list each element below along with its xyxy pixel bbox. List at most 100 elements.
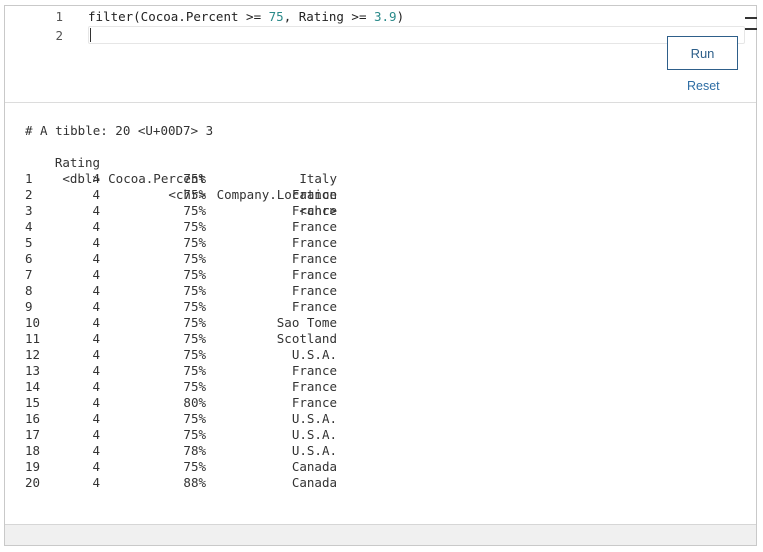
- rating-cell: 4: [92, 235, 100, 250]
- table-row: 14 4 75% France: [25, 379, 355, 395]
- company-location-cell: France: [291, 395, 337, 410]
- cocoa-percent-cell: 75%: [183, 347, 206, 362]
- table-row: 13 4 75% France: [25, 363, 355, 379]
- row-index: 14: [25, 379, 41, 394]
- console-output: # A tibble: 20 <U+00D7> 3 Rating Cocoa.P…: [5, 103, 756, 525]
- table-row: 15 4 80% France: [25, 395, 355, 411]
- table-row: 4 4 75% France: [25, 219, 355, 235]
- table-row: 11 4 75% Scotland: [25, 331, 355, 347]
- company-location-cell: France: [291, 235, 337, 250]
- scrollbar-marker: [745, 28, 757, 30]
- table-row: 17 4 75% U.S.A.: [25, 427, 355, 443]
- row-index: 8: [25, 283, 33, 298]
- rating-cell: 4: [92, 219, 100, 234]
- company-location-cell: France: [291, 299, 337, 314]
- row-index: 7: [25, 267, 33, 282]
- table-row: 8 4 75% France: [25, 283, 355, 299]
- reset-button[interactable]: Reset: [687, 79, 720, 93]
- rating-cell: 4: [92, 283, 100, 298]
- table-row: 3 4 75% France: [25, 203, 355, 219]
- table-row: 5 4 75% France: [25, 235, 355, 251]
- output-text: # A tibble: 20 <U+00D7> 3 Rating Cocoa.P…: [25, 123, 355, 491]
- table-row: 16 4 75% U.S.A.: [25, 411, 355, 427]
- cocoa-percent-cell: 75%: [183, 219, 206, 234]
- row-index: 19: [25, 459, 41, 474]
- row-index: 18: [25, 443, 41, 458]
- rating-cell: 4: [92, 395, 100, 410]
- company-location-cell: France: [291, 251, 337, 266]
- rating-cell: 4: [92, 267, 100, 282]
- rating-cell: 4: [92, 363, 100, 378]
- cocoa-percent-cell: 80%: [183, 395, 206, 410]
- cocoa-percent-cell: 75%: [183, 427, 206, 442]
- company-location-cell: Scotland: [276, 331, 337, 346]
- table-row: 18 4 78% U.S.A.: [25, 443, 355, 459]
- row-index: 10: [25, 315, 41, 330]
- header-row: Rating Cocoa.Percent Company.Location: [25, 139, 355, 202]
- cocoa-percent-cell: 75%: [183, 411, 206, 426]
- tibble-summary: # A tibble: 20 <U+00D7> 3: [25, 123, 214, 138]
- row-index: 4: [25, 219, 33, 234]
- cocoa-percent-cell: 88%: [183, 475, 206, 490]
- company-location-cell: France: [291, 187, 337, 202]
- cocoa-percent-cell: 75%: [183, 363, 206, 378]
- rating-cell: 4: [92, 251, 100, 266]
- rating-cell: 4: [92, 443, 100, 458]
- table-row: 9 4 75% France: [25, 299, 355, 315]
- table-row: 2 4 75% France: [25, 187, 355, 203]
- rating-cell: 4: [92, 379, 100, 394]
- cocoa-percent-cell: 75%: [183, 283, 206, 298]
- line-number: 2: [55, 28, 63, 43]
- row-index: 12: [25, 347, 41, 362]
- text-cursor: [90, 28, 91, 42]
- code-line-1[interactable]: filter(Cocoa.Percent >= 75, Rating >= 3.…: [88, 9, 404, 24]
- company-location-cell: U.S.A.: [291, 443, 337, 458]
- rating-cell: 4: [92, 427, 100, 442]
- scrollbar-marker: [745, 17, 757, 19]
- line-number: 1: [55, 9, 63, 24]
- cocoa-percent-cell: 75%: [183, 235, 206, 250]
- code-number-token: 75: [268, 9, 284, 24]
- code-line-2[interactable]: [88, 26, 745, 44]
- rating-cell: 4: [92, 171, 100, 186]
- company-location-cell: U.S.A.: [291, 427, 337, 442]
- cocoa-percent-cell: 75%: [183, 315, 206, 330]
- table-row: 20 4 88% Canada: [25, 475, 355, 491]
- cocoa-percent-cell: 75%: [183, 171, 206, 186]
- output-table: Rating Cocoa.Percent Company.Location <d…: [25, 139, 355, 491]
- rating-cell: 4: [92, 411, 100, 426]
- cocoa-percent-cell: 75%: [183, 203, 206, 218]
- row-index: 5: [25, 235, 33, 250]
- company-location-cell: Canada: [291, 475, 337, 490]
- code-number-token: 3.9: [374, 9, 397, 24]
- row-index: 2: [25, 187, 33, 202]
- run-button[interactable]: Run: [667, 36, 738, 70]
- row-index: 3: [25, 203, 33, 218]
- code-token: filter(Cocoa.Percent >=: [88, 9, 269, 24]
- rating-cell: 4: [92, 187, 100, 202]
- company-location-cell: France: [291, 219, 337, 234]
- row-index: 11: [25, 331, 41, 346]
- company-location-cell: Canada: [291, 459, 337, 474]
- company-location-cell: Sao Tome: [276, 315, 337, 330]
- footer-bar: [5, 524, 756, 545]
- company-location-cell: France: [291, 283, 337, 298]
- company-location-cell: France: [291, 363, 337, 378]
- row-index: 13: [25, 363, 41, 378]
- code-editor[interactable]: 1 2 filter(Cocoa.Percent >= 75, Rating >…: [5, 6, 757, 103]
- cocoa-percent-cell: 78%: [183, 443, 206, 458]
- row-index: 16: [25, 411, 41, 426]
- company-location-cell: France: [291, 379, 337, 394]
- row-index: 20: [25, 475, 41, 490]
- company-location-cell: Italy: [299, 171, 337, 186]
- cocoa-percent-cell: 75%: [183, 267, 206, 282]
- company-location-cell: U.S.A.: [291, 347, 337, 362]
- cocoa-percent-cell: 75%: [183, 459, 206, 474]
- rating-cell: 4: [92, 459, 100, 474]
- company-location-cell: France: [291, 267, 337, 282]
- exercise-panel: 1 2 filter(Cocoa.Percent >= 75, Rating >…: [4, 5, 757, 546]
- row-index: 6: [25, 251, 33, 266]
- row-index: 15: [25, 395, 41, 410]
- table-row: 19 4 75% Canada: [25, 459, 355, 475]
- table-row: 10 4 75% Sao Tome: [25, 315, 355, 331]
